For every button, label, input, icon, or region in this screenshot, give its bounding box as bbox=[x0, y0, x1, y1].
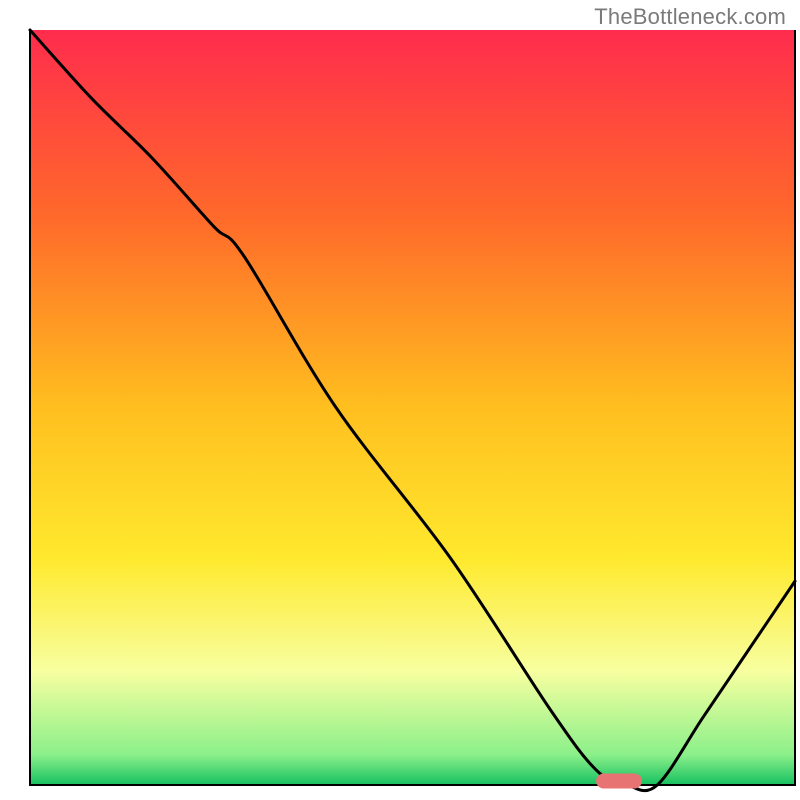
watermark-label: TheBottleneck.com bbox=[594, 4, 786, 30]
plot-background bbox=[30, 30, 795, 785]
optimal-marker bbox=[596, 773, 642, 788]
bottleneck-chart bbox=[0, 0, 800, 800]
chart-container: TheBottleneck.com bbox=[0, 0, 800, 800]
